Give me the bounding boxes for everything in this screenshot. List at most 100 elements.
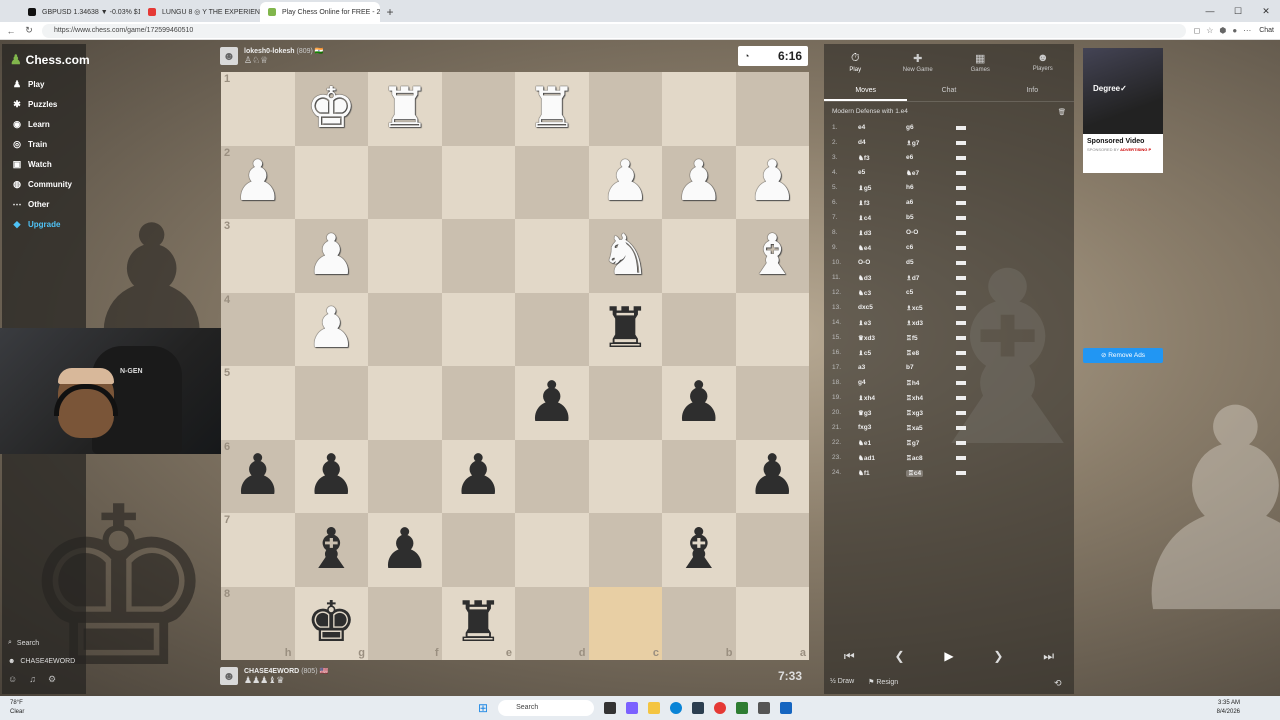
black-bishop-icon[interactable]: ♝ — [306, 521, 356, 578]
board-square[interactable]: ♟ — [294, 439, 368, 513]
sidebar-item-play[interactable]: ♟ Play — [2, 74, 86, 94]
board-square[interactable]: g ♚ — [294, 586, 368, 660]
gear-icon[interactable]: ⚙ — [48, 674, 56, 685]
white-move[interactable]: ♞d3 — [858, 274, 906, 282]
board-square[interactable] — [441, 513, 515, 587]
board-square[interactable]: 7 — [221, 513, 295, 587]
white-knight-icon[interactable]: ♞ — [600, 227, 650, 284]
sidebar-profile[interactable]: ☻ CHASE4EWORD — [8, 652, 80, 670]
board-square[interactable]: ♝ — [735, 219, 809, 293]
sidebar-item-learn[interactable]: ◉ Learn — [2, 114, 86, 134]
chat-button[interactable]: Chat — [1259, 27, 1274, 34]
task-view-icon[interactable] — [604, 702, 617, 714]
board-square[interactable] — [588, 72, 662, 146]
white-move[interactable]: ♝d3 — [858, 229, 906, 237]
board-square[interactable]: ♝ — [294, 513, 368, 587]
board-square[interactable] — [441, 145, 515, 219]
board-square[interactable]: ♟ — [294, 292, 368, 366]
close-icon[interactable]: ✕ — [1252, 0, 1280, 22]
system-clock[interactable]: 3:35 AM 8/4/2026 — [1217, 699, 1240, 717]
sidebar-item-puzzles[interactable]: ✱ Puzzles — [2, 94, 86, 114]
browser-tab[interactable]: GBPUSD 1.34638 ▼ -0.03% $100/...✕ — [20, 2, 140, 22]
black-move[interactable]: c6 — [906, 244, 954, 251]
board-square[interactable] — [515, 145, 589, 219]
sidebar-search[interactable]: ⌕ Search — [8, 634, 80, 652]
black-pawn-icon[interactable]: ♟ — [674, 374, 724, 431]
black-move[interactable]: ♗xd3 — [906, 319, 954, 327]
browser-tab[interactable]: LUNGU 8 ◎ Y THE EXPERIENCE✕ — [140, 2, 260, 22]
board-square[interactable]: 6 ♟ — [221, 439, 295, 513]
white-move[interactable]: ♛g3 — [858, 409, 906, 417]
board-square[interactable] — [368, 219, 442, 293]
board-square[interactable]: b — [662, 586, 736, 660]
black-king-icon[interactable]: ♚ — [306, 595, 356, 651]
black-move[interactable]: b7 — [906, 364, 954, 371]
board-square[interactable] — [294, 145, 368, 219]
sidebar-item-train[interactable]: ◎ Train — [2, 134, 86, 154]
trash-icon[interactable]: 🗑 — [1058, 108, 1066, 116]
board-square[interactable] — [368, 366, 442, 440]
board-square[interactable]: ♟ — [735, 439, 809, 513]
board-square[interactable]: d — [515, 586, 589, 660]
board-square[interactable]: 8h — [221, 586, 295, 660]
subtab-moves[interactable]: Moves — [824, 80, 908, 101]
avatar[interactable]: ☻ — [220, 667, 238, 685]
app-icon[interactable] — [780, 702, 793, 714]
board-square[interactable] — [515, 219, 589, 293]
browser-tab[interactable]: Play Chess Online for FREE - 2 Pla...✕ — [260, 2, 380, 22]
white-move[interactable]: ♞e4 — [858, 244, 906, 252]
board-square[interactable]: ♜ — [515, 72, 589, 146]
bell-icon[interactable]: ♫ — [29, 674, 36, 684]
board-square[interactable] — [588, 513, 662, 587]
board-square[interactable] — [662, 292, 736, 366]
white-move[interactable]: e4 — [858, 124, 906, 131]
white-pawn-icon[interactable]: ♟ — [306, 301, 356, 357]
avatar[interactable]: ☻ — [220, 47, 238, 65]
board-square[interactable] — [368, 439, 442, 513]
friends-icon[interactable]: ☺ — [8, 674, 17, 684]
board-square[interactable]: ♟ — [368, 513, 442, 587]
white-move[interactable]: a3 — [858, 364, 906, 371]
black-move[interactable]: b5 — [906, 214, 954, 221]
white-move[interactable]: e5 — [858, 169, 906, 176]
white-move[interactable]: ♝g5 — [858, 184, 906, 192]
white-move[interactable]: ♞f3 — [858, 154, 906, 162]
white-move[interactable]: d4 — [858, 139, 906, 146]
white-move[interactable]: ♝c5 — [858, 349, 906, 357]
white-move[interactable]: ♝e3 — [858, 319, 906, 327]
black-move[interactable]: ♗d7 — [906, 274, 954, 282]
black-rook-icon[interactable]: ♜ — [453, 595, 503, 651]
white-rook-icon[interactable]: ♜ — [380, 80, 430, 137]
board-square[interactable] — [515, 439, 589, 513]
white-move[interactable]: ♝c4 — [858, 214, 906, 222]
black-move[interactable]: ♖f5 — [906, 334, 954, 342]
chesscom-logo[interactable]: ♟ Chess.com — [2, 44, 90, 74]
board-square[interactable]: f — [368, 586, 442, 660]
sidebar-item-other[interactable]: ⋯ Other — [2, 194, 86, 214]
black-pawn-icon[interactable]: ♟ — [747, 448, 797, 504]
sidebar-item-community[interactable]: ◍ Community — [2, 174, 86, 194]
white-rook-icon[interactable]: ♜ — [527, 80, 577, 137]
white-pawn-icon[interactable]: ♟ — [600, 154, 650, 210]
white-move[interactable]: fxg3 — [858, 424, 906, 431]
sidebar-item-upgrade[interactable]: ◆ Upgrade — [2, 214, 86, 234]
extension-icon[interactable]: ⬢ — [1219, 26, 1226, 35]
board-square[interactable] — [735, 366, 809, 440]
white-pawn-icon[interactable]: ♟ — [674, 154, 724, 210]
draw-button[interactable]: ½ Draw — [830, 678, 854, 686]
board-square[interactable]: ♟ — [588, 145, 662, 219]
board-square[interactable]: ♞ — [588, 219, 662, 293]
black-move[interactable]: ♖g7 — [906, 439, 954, 447]
white-pawn-icon[interactable]: ♟ — [306, 227, 356, 284]
sponsored-ad[interactable]: Degree✓ Sponsored Video SPONSORED BY ADV… — [1083, 48, 1163, 173]
white-move[interactable]: ♞ad1 — [858, 454, 906, 462]
board-square[interactable]: e ♜ — [441, 586, 515, 660]
black-move[interactable]: c5 — [906, 289, 954, 296]
board-square[interactable] — [735, 513, 809, 587]
subtab-chat[interactable]: Chat — [907, 80, 990, 101]
board-square[interactable]: ♟ — [735, 145, 809, 219]
board-square[interactable]: ♝ — [662, 513, 736, 587]
board-square[interactable]: ♟ — [294, 219, 368, 293]
edge-icon[interactable] — [670, 702, 683, 714]
last-icon[interactable]: ⏭ — [1043, 649, 1054, 664]
